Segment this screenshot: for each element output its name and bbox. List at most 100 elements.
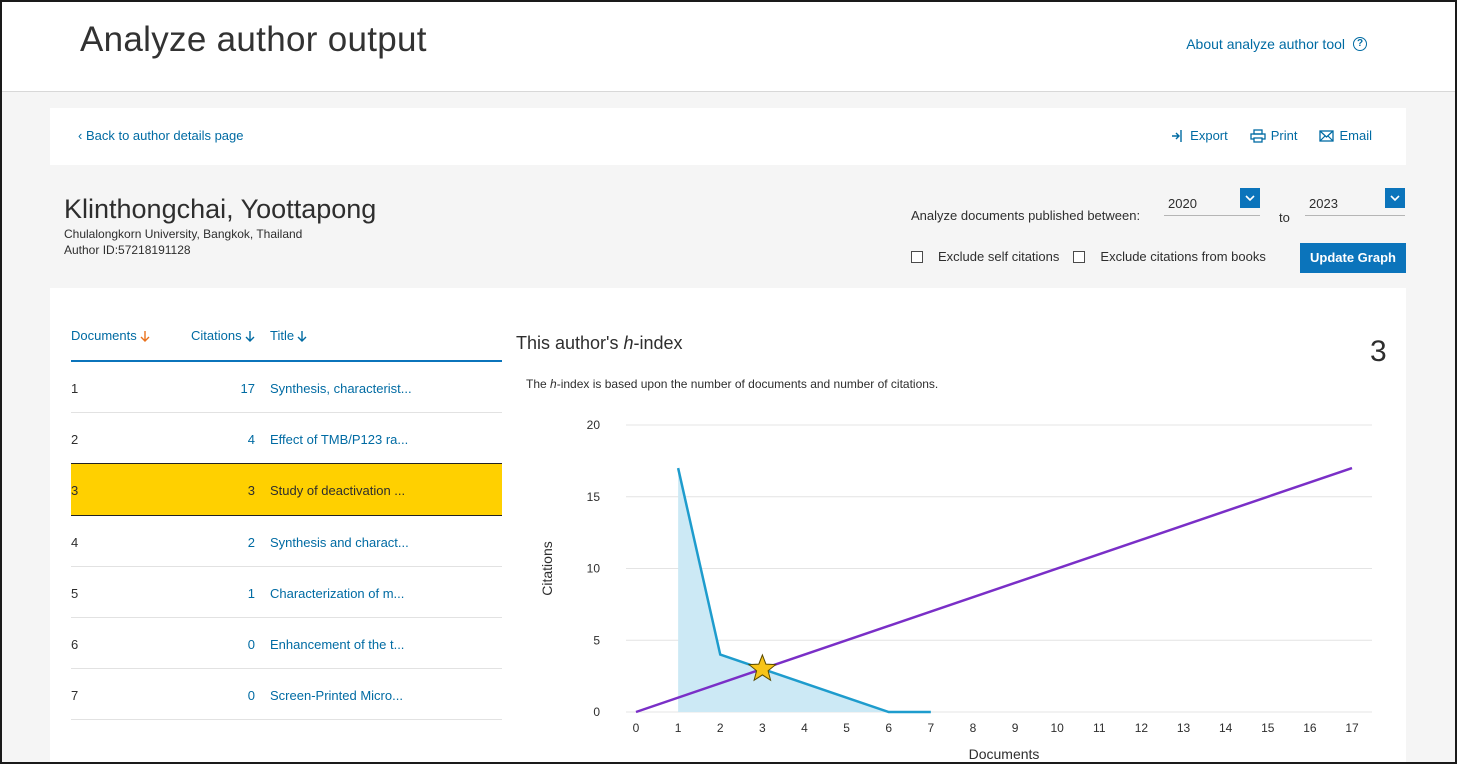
- export-icon: [1172, 129, 1182, 142]
- table-row[interactable]: 6 0 Enhancement of the t...: [71, 618, 502, 669]
- citation-count-link[interactable]: 0: [191, 637, 255, 652]
- x-tick-label: 5: [843, 721, 850, 735]
- y-tick-label: 10: [587, 562, 601, 576]
- print-icon: [1250, 128, 1266, 143]
- x-tick-label: 15: [1261, 721, 1275, 735]
- table-row-highlighted[interactable]: 3 3 Study of deactivation ...: [71, 463, 502, 516]
- export-button[interactable]: Export: [1171, 128, 1228, 143]
- back-to-author-details-link[interactable]: ‹ Back to author details page: [78, 128, 244, 143]
- y-axis-label: Citations: [539, 541, 555, 595]
- top-header: Analyze author output About analyze auth…: [2, 2, 1455, 92]
- page-title: Analyze author output: [80, 20, 427, 59]
- from-year-select[interactable]: 2020: [1164, 188, 1260, 216]
- table-row[interactable]: 5 1 Characterization of m...: [71, 567, 502, 618]
- y-tick-label: 15: [587, 490, 601, 504]
- to-year-value: 2023: [1309, 196, 1338, 211]
- hindex-value: 3: [1370, 335, 1387, 368]
- exclude-book-citations-label: Exclude citations from books: [1100, 249, 1266, 264]
- x-tick-label: 9: [1012, 721, 1019, 735]
- hindex-heading-prefix: This author's: [516, 333, 624, 353]
- citation-count-link[interactable]: 3: [191, 483, 255, 498]
- email-icon: [1319, 129, 1335, 142]
- author-id: Author ID:57218191128: [64, 243, 191, 257]
- exclusion-options: Exclude self citations Exclude citations…: [911, 249, 1280, 264]
- x-tick-label: 1: [675, 721, 682, 735]
- table-row[interactable]: 4 2 Synthesis and charact...: [71, 516, 502, 567]
- exclude-book-citations-checkbox[interactable]: [1073, 250, 1086, 263]
- citation-count-link[interactable]: 4: [191, 432, 255, 447]
- export-actions: Export Print Email: [1171, 128, 1372, 143]
- x-tick-label: 12: [1135, 721, 1149, 735]
- hindex-desc-h: h: [550, 377, 557, 391]
- citations-area: [678, 468, 931, 712]
- citation-count-link[interactable]: 17: [191, 381, 255, 396]
- arrow-down-icon: [245, 330, 255, 342]
- back-link-label: Back to author details page: [85, 128, 244, 143]
- citation-count-link[interactable]: 0: [191, 688, 255, 703]
- from-year-value: 2020: [1168, 196, 1197, 211]
- print-button[interactable]: Print: [1250, 128, 1297, 143]
- chevron-down-icon: [1385, 188, 1405, 208]
- sort-citations-header[interactable]: Citations: [191, 328, 255, 343]
- email-button[interactable]: Email: [1319, 128, 1372, 143]
- hindex-description: The h-index is based upon the number of …: [526, 377, 938, 391]
- x-tick-label: 2: [717, 721, 724, 735]
- x-tick-label: 14: [1219, 721, 1233, 735]
- document-rank: 2: [71, 432, 79, 447]
- document-title-link[interactable]: Screen-Printed Micro...: [270, 688, 403, 703]
- date-range-label: Analyze documents published between:: [911, 208, 1141, 223]
- document-title-link[interactable]: Enhancement of the t...: [270, 637, 404, 652]
- export-label: Export: [1190, 128, 1228, 143]
- citation-count-link[interactable]: 1: [191, 586, 255, 601]
- x-tick-label: 6: [885, 721, 892, 735]
- document-title-link[interactable]: Characterization of m...: [270, 586, 404, 601]
- document-rank: 3: [71, 483, 79, 498]
- action-bar: ‹ Back to author details page Export Pri…: [50, 108, 1406, 165]
- about-analyze-author-link[interactable]: About analyze author tool ?: [1186, 36, 1367, 52]
- y-tick-label: 5: [593, 633, 600, 647]
- help-icon: ?: [1353, 37, 1367, 51]
- to-year-select[interactable]: 2023: [1305, 188, 1405, 216]
- chevron-left-icon: ‹: [78, 128, 86, 143]
- table-header: Documents Citations Title: [71, 324, 502, 362]
- sort-documents-header[interactable]: Documents: [71, 328, 150, 343]
- author-affiliation: Chulalongkorn University, Bangkok, Thail…: [64, 227, 303, 241]
- citation-count-link[interactable]: 2: [191, 535, 255, 550]
- x-tick-label: 16: [1303, 721, 1317, 735]
- y-tick-label: 20: [587, 418, 601, 432]
- hindex-heading-suffix: -index: [633, 333, 683, 353]
- document-title-link[interactable]: Study of deactivation ...: [270, 483, 405, 498]
- update-graph-button[interactable]: Update Graph: [1300, 243, 1406, 273]
- x-tick-label: 0: [633, 721, 640, 735]
- citations-header-label: Citations: [191, 328, 242, 343]
- about-link-label: About analyze author tool: [1186, 36, 1345, 52]
- to-label: to: [1279, 210, 1290, 225]
- documents-header-label: Documents: [71, 328, 137, 343]
- documents-table: Documents Citations Title 1 17 Synthesis…: [71, 324, 502, 720]
- arrow-down-icon: [140, 330, 150, 342]
- document-title-link[interactable]: Synthesis and charact...: [270, 535, 409, 550]
- exclude-self-citations-checkbox[interactable]: [911, 250, 923, 263]
- hindex-heading-h: h: [623, 333, 634, 353]
- page-frame: Analyze author output About analyze auth…: [0, 0, 1457, 764]
- table-row[interactable]: 2 4 Effect of TMB/P123 ra...: [71, 413, 502, 464]
- x-tick-label: 7: [927, 721, 934, 735]
- x-tick-label: 10: [1050, 721, 1064, 735]
- x-tick-label: 13: [1177, 721, 1191, 735]
- document-title-link[interactable]: Effect of TMB/P123 ra...: [270, 432, 408, 447]
- document-rank: 7: [71, 688, 79, 703]
- hindex-heading: This author's h-index: [516, 333, 683, 354]
- x-axis-label: Documents: [969, 746, 1040, 762]
- document-title-link[interactable]: Synthesis, characterist...: [270, 381, 412, 396]
- hindex-chart: 051015200 1 2 3 4 5 6 7 8 9 10 11 12 13 14 15 16 17Docume…: [539, 418, 1372, 762]
- author-name: Klinthongchai, Yoottapong: [64, 194, 377, 224]
- hindex-desc-suffix: -index is based upon the number of docum…: [556, 377, 939, 391]
- table-row[interactable]: 1 17 Synthesis, characterist...: [71, 362, 502, 413]
- table-row[interactable]: 7 0 Screen-Printed Micro...: [71, 669, 502, 720]
- email-label: Email: [1339, 128, 1372, 143]
- sort-title-header[interactable]: Title: [270, 328, 307, 343]
- document-rank: 6: [71, 637, 79, 652]
- arrow-down-icon: [297, 330, 307, 342]
- document-rank: 4: [71, 535, 79, 550]
- hindex-desc-prefix: The: [526, 377, 551, 391]
